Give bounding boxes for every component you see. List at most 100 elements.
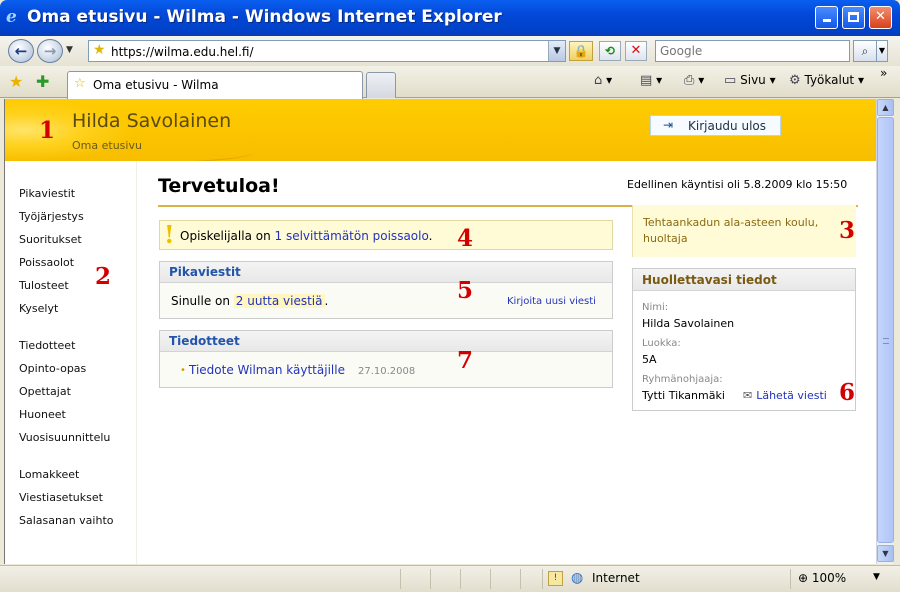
tools-menu-button[interactable]: ⚙ Työkalut ▾ [789, 73, 864, 88]
sidebar-item-tulosteet[interactable]: Tulosteet [19, 279, 69, 292]
search-button[interactable]: ⌕ [853, 40, 877, 62]
guardian-title: Huollettavasi tiedot [642, 273, 777, 287]
maximize-button[interactable] [842, 6, 865, 29]
bulletin-item-date: 27.10.2008 [358, 366, 416, 377]
search-box[interactable] [655, 40, 850, 62]
sidebar-item-poissaolot[interactable]: Poissaolot [19, 256, 74, 269]
absence-link[interactable]: 1 selvittämätön poissaolo [275, 229, 429, 243]
globe-icon: ◍ [571, 570, 584, 586]
security-zone[interactable]: Internet [592, 571, 640, 585]
absence-alert: ! Opiskelijalla on 1 selvittämätön poiss… [159, 220, 613, 250]
sidebar-item-kyselyt[interactable]: Kyselyt [19, 302, 58, 315]
logout-icon: ⇥ [663, 118, 674, 132]
address-toolbar: ← → ▼ ★ https://wilma.edu.hel.fi/ ▼ 🔒 ⟲ … [0, 36, 900, 66]
messages-title-link[interactable]: Pikaviestit [169, 265, 241, 279]
annotation-marker-2: 2 [95, 263, 112, 290]
tab-label: Oma etusivu - Wilma [93, 78, 219, 92]
new-tab-button[interactable] [366, 72, 396, 98]
tools-menu-label: Työkalut [804, 73, 855, 87]
stop-icon: ✕ [630, 43, 642, 58]
sidebar-nav: Pikaviestit Työjärjestys Suoritukset Poi… [5, 161, 137, 564]
send-message-label: Lähetä viesti [756, 389, 827, 402]
search-input[interactable] [656, 41, 849, 61]
sidebar-item-salasanan-vaihto[interactable]: Salasanan vaihto [19, 514, 114, 527]
messages-box-header: Pikaviestit [160, 262, 612, 283]
add-favorite-icon[interactable]: ✚ [36, 72, 49, 91]
sidebar-item-suoritukset[interactable]: Suoritukset [19, 233, 82, 246]
new-messages-link[interactable]: 2 uutta viestiä [233, 294, 325, 308]
close-icon: ✕ [875, 9, 886, 24]
forward-button[interactable]: → [37, 39, 63, 63]
history-dropdown-icon[interactable]: ▼ [66, 45, 73, 55]
messages-suffix: . [324, 294, 329, 308]
sidebar-item-opinto-opas[interactable]: Opinto-opas [19, 362, 86, 375]
school-role-text: Tehtaankadun ala-asteen koulu, huoltaja [643, 216, 819, 245]
close-button[interactable]: ✕ [869, 6, 892, 29]
page-title: Tervetuloa! [158, 175, 280, 197]
security-lock-icon[interactable]: 🔒 [569, 41, 593, 61]
page-viewport: 1 Hilda Savolainen Oma etusivu ⇥ Kirjaud… [4, 99, 876, 564]
favorites-center-icon[interactable]: ★ [9, 72, 23, 91]
minimize-button[interactable] [815, 6, 838, 29]
bulletin-item-link[interactable]: Tiedote Wilman käyttäjille [189, 363, 345, 377]
student-name: Hilda Savolainen [642, 317, 735, 330]
messages-prefix: Sinulle on [171, 294, 234, 308]
page-icon: ▭ [724, 73, 737, 88]
address-dropdown-icon[interactable]: ▼ [548, 41, 565, 61]
bulletins-box: Tiedotteet • Tiedote Wilman käyttäjille … [159, 330, 613, 388]
annotation-marker-5: 5 [457, 277, 474, 304]
annotation-marker-1: 1 [39, 117, 56, 144]
sidebar-item-vuosisuunnittelu[interactable]: Vuosisuunnittelu [19, 431, 110, 444]
bulletins-box-header: Tiedotteet [160, 331, 612, 352]
vertical-scrollbar[interactable]: ▲ ▼ [876, 99, 894, 564]
zoom-level[interactable]: ⊕ 100% [798, 571, 846, 585]
tab-oma-etusivu[interactable]: ☆ Oma etusivu - Wilma [67, 71, 363, 99]
status-divider [400, 569, 401, 589]
sidebar-item-tyojarjestys[interactable]: Työjärjestys [19, 210, 84, 223]
window-titlebar[interactable]: e Oma etusivu - Wilma - Windows Internet… [0, 0, 900, 36]
refresh-icon: ⟲ [604, 44, 616, 58]
protected-mode-icon[interactable]: ! [548, 571, 563, 586]
sidebar-item-huoneet[interactable]: Huoneet [19, 408, 66, 421]
page-menu-button[interactable]: ▭ Sivu ▾ [724, 73, 776, 88]
zoom-dropdown-icon[interactable]: ▼ [873, 572, 880, 582]
class-label: Luokka: [642, 338, 681, 349]
scroll-up-icon[interactable]: ▲ [877, 99, 894, 116]
feeds-button[interactable]: ▤ ▾ [640, 73, 662, 88]
write-new-message-link[interactable]: Kirjoita uusi viesti [507, 296, 596, 307]
messages-box: Pikaviestit Sinulle on 2 uutta viestiä. … [159, 261, 613, 319]
alert-text: Opiskelijalla on 1 selvittämätön poissao… [180, 229, 432, 243]
sidebar-item-pikaviestit[interactable]: Pikaviestit [19, 187, 75, 200]
refresh-button[interactable]: ⟲ [599, 41, 621, 61]
status-divider [790, 569, 791, 589]
stop-button[interactable]: ✕ [625, 41, 647, 61]
home-button[interactable]: ⌂ ▾ [594, 73, 612, 88]
sidebar-item-viestiasetukset[interactable]: Viestiasetukset [19, 491, 103, 504]
toolbar-overflow-icon[interactable]: » [880, 66, 887, 80]
address-url[interactable]: https://wilma.edu.hel.fi/ [111, 45, 254, 59]
search-dropdown-icon[interactable]: ▼ [877, 40, 888, 62]
send-message-link[interactable]: ✉ Lähetä viesti [743, 389, 827, 402]
status-divider [542, 569, 543, 589]
status-divider [520, 569, 521, 589]
print-button[interactable]: ⎙ ▾ [684, 73, 704, 88]
student-class: 5A [642, 353, 657, 366]
maximize-icon [848, 12, 859, 22]
window-title: Oma etusivu - Wilma - Windows Internet E… [27, 7, 502, 27]
back-button[interactable]: ← [8, 39, 34, 63]
alert-suffix: . [428, 229, 433, 243]
logout-button[interactable]: ⇥ Kirjaudu ulos [650, 115, 781, 136]
sidebar-item-opettajat[interactable]: Opettajat [19, 385, 71, 398]
address-bar[interactable]: ★ https://wilma.edu.hel.fi/ ▼ [88, 40, 566, 62]
status-divider [460, 569, 461, 589]
sidebar-item-tiedotteet[interactable]: Tiedotteet [19, 339, 75, 352]
annotation-marker-3: 3 [839, 217, 856, 244]
supervisor-name: Tytti Tikanmäki [642, 389, 725, 402]
supervisor-label: Ryhmänohjaaja: [642, 374, 723, 385]
search-icon: ⌕ [861, 44, 869, 58]
bulletins-title-link[interactable]: Tiedotteet [169, 334, 240, 348]
scroll-thumb[interactable] [877, 117, 894, 543]
scroll-down-icon[interactable]: ▼ [877, 545, 894, 562]
printer-icon: ⎙ [684, 73, 695, 88]
sidebar-item-lomakkeet[interactable]: Lomakkeet [19, 468, 79, 481]
